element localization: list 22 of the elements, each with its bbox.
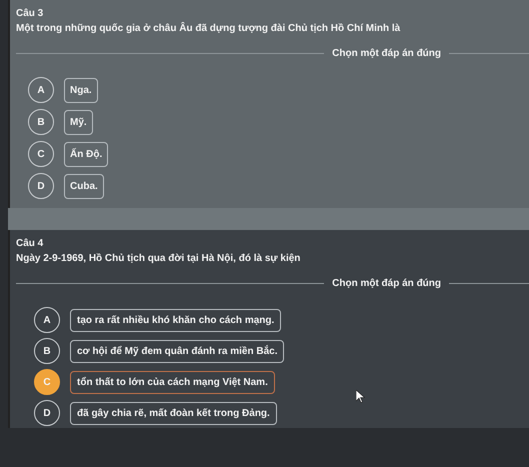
mouse-cursor-icon: [356, 390, 365, 403]
answer-option[interactable]: Ấn Độ.: [64, 142, 108, 166]
option-letter[interactable]: C: [28, 141, 54, 167]
option-letter[interactable]: D: [28, 173, 54, 199]
instruction-label: Chọn một đáp án đúng: [332, 278, 441, 289]
option-letter[interactable]: A: [28, 77, 54, 103]
answer-option[interactable]: tạo ra rất nhiều khó khăn cho cách mạng.: [70, 308, 282, 332]
answer-option[interactable]: Mỹ.: [64, 110, 93, 134]
answer-option[interactable]: Nga.: [64, 78, 98, 102]
question-text: Một trong những quốc gia ở châu Âu đã dựng tượng đài Chủ tịch Hồ Chí Minh là: [16, 23, 402, 34]
question-number: Câu 3: [16, 8, 44, 19]
instruction-label: Chọn một đáp án đúng: [332, 48, 441, 59]
question-number: Câu 4: [16, 238, 44, 249]
question-text: Ngày 2-9-1969, Hồ Chủ tịch qua đời tại Hà Nội, đó là sự kiện: [16, 253, 302, 264]
option-letter[interactable]: D: [34, 400, 60, 426]
answer-option[interactable]: Cuba.: [64, 174, 104, 198]
answer-option[interactable]: đã gây chia rẽ, mất đoàn kết trong Đảng.: [70, 402, 277, 424]
answer-option[interactable]: tổn thất to lớn của cách mạng Việt Nam.: [70, 370, 275, 394]
option-letter[interactable]: B: [34, 338, 60, 364]
option-letter[interactable]: B: [28, 109, 54, 135]
answer-option[interactable]: cơ hội để Mỹ đem quân đánh ra miền Bắc.: [70, 340, 284, 362]
option-letter[interactable]: A: [34, 307, 60, 333]
